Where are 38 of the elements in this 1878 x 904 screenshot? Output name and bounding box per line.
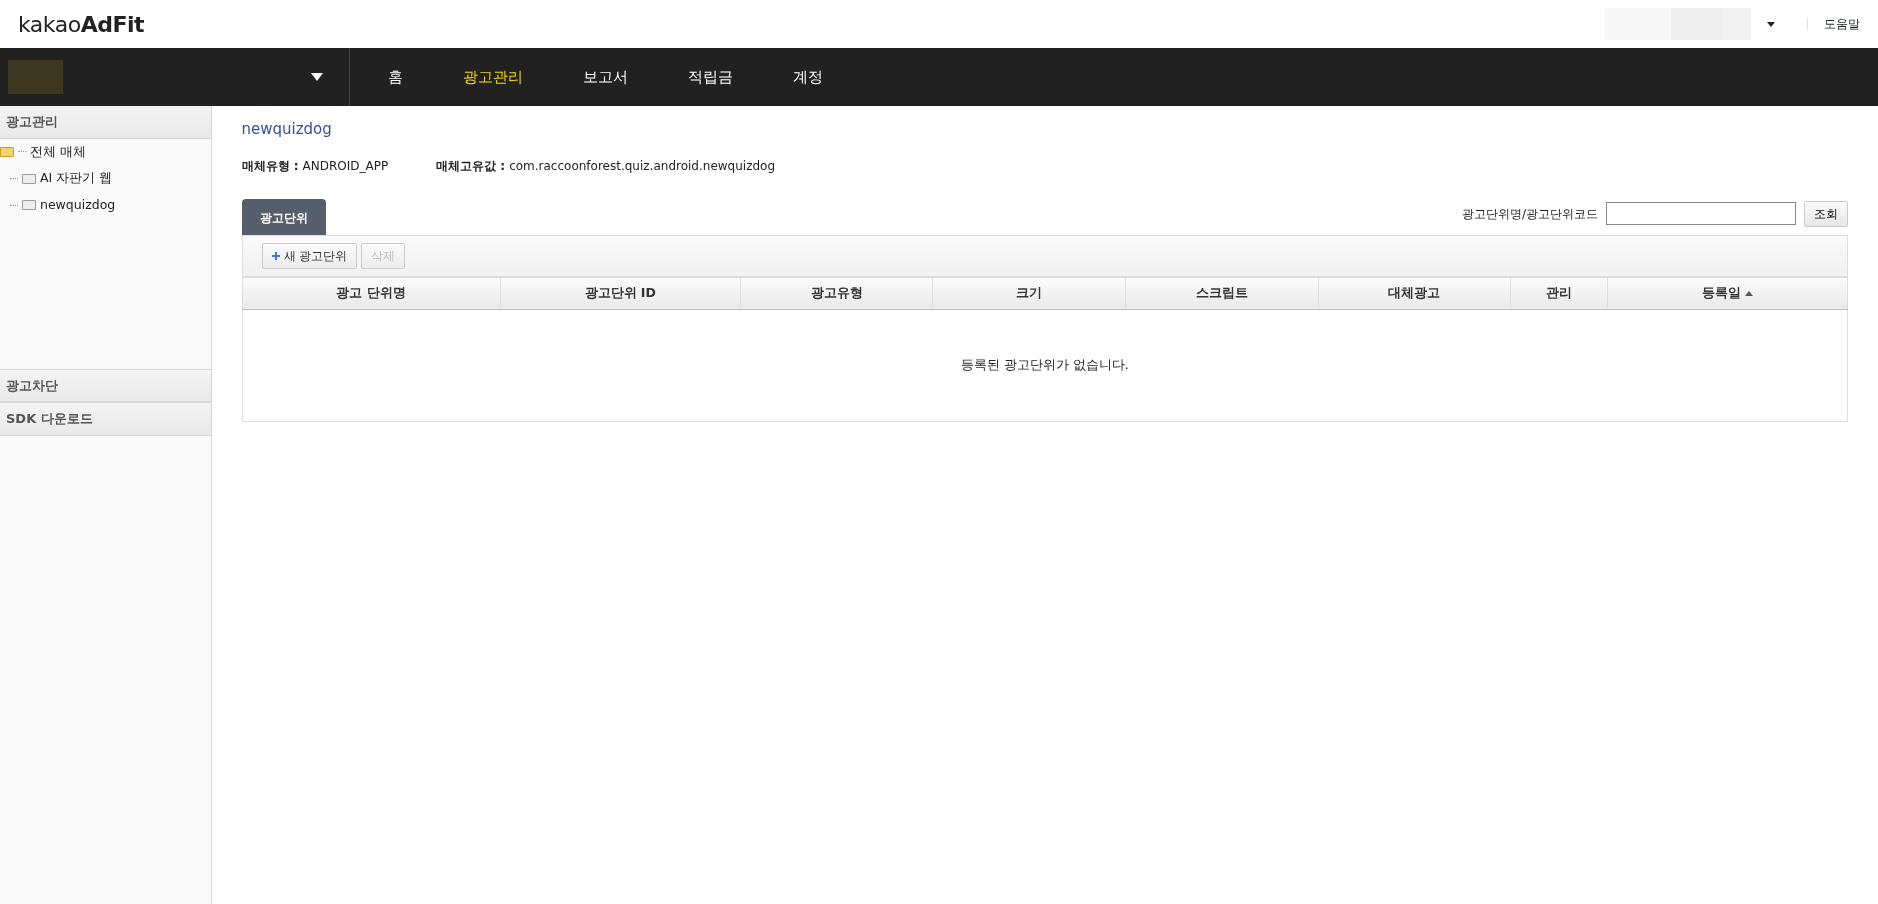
folder-icon xyxy=(22,173,36,184)
nav-tab[interactable]: 광고관리 xyxy=(433,48,553,106)
tree-item[interactable]: 전체 매체 xyxy=(30,142,86,162)
column-header: 광고 단위명 xyxy=(242,277,501,309)
nav-tab[interactable]: 보고서 xyxy=(553,48,658,106)
column-header[interactable]: 등록일 xyxy=(1607,277,1848,309)
folder-icon xyxy=(22,200,36,211)
field-value: com.raccoonforest.quiz.android.newquizdog xyxy=(509,157,775,175)
add-button[interactable]: 새 광고단위 xyxy=(261,242,358,269)
tab[interactable]: 광고단위 xyxy=(241,198,326,235)
column-header: 크기 xyxy=(932,277,1126,309)
field-label: 매체유형 : xyxy=(241,157,299,175)
tree-item[interactable]: newquizdog xyxy=(40,196,116,215)
sidebar-section-header[interactable]: SDK 다운로드 xyxy=(0,402,211,436)
search-field[interactable] xyxy=(1606,202,1796,225)
column-header: 대체광고 xyxy=(1318,277,1511,309)
nav-tab[interactable]: 홈 xyxy=(358,48,433,106)
logo[interactable]: kakaoAdFit xyxy=(18,7,144,41)
nav-tab[interactable]: 적립금 xyxy=(658,48,763,106)
account-placeholder xyxy=(8,60,63,94)
help-link[interactable]: 도움말 xyxy=(1824,15,1860,33)
search-label: 광고단위명/광고단위코드 xyxy=(1461,205,1598,223)
caret-icon[interactable] xyxy=(1767,21,1775,27)
column-header: 광고유형 xyxy=(740,277,933,309)
plus-icon xyxy=(271,252,280,260)
tree-item[interactable]: AI 자판기 웹 xyxy=(40,169,113,188)
column-header: 광고단위 ID xyxy=(500,277,741,309)
column-header: 스크립트 xyxy=(1125,277,1319,309)
page-title: newquizdog xyxy=(241,119,333,140)
field-value: ANDROID_APP xyxy=(302,157,389,175)
sidebar-section-header[interactable]: 광고관리 xyxy=(0,106,211,139)
sidebar-section-header[interactable]: 광고차단 xyxy=(0,368,211,402)
nav-tab[interactable]: 계정 xyxy=(763,48,853,106)
search-button[interactable]: 조회 xyxy=(1804,200,1848,227)
column-header: 관리 xyxy=(1510,277,1608,309)
sort-up-icon xyxy=(1744,290,1753,296)
field-label: 매체고유값 : xyxy=(436,157,506,175)
empty-message: 등록된 광고단위가 없습니다. xyxy=(242,309,1848,421)
